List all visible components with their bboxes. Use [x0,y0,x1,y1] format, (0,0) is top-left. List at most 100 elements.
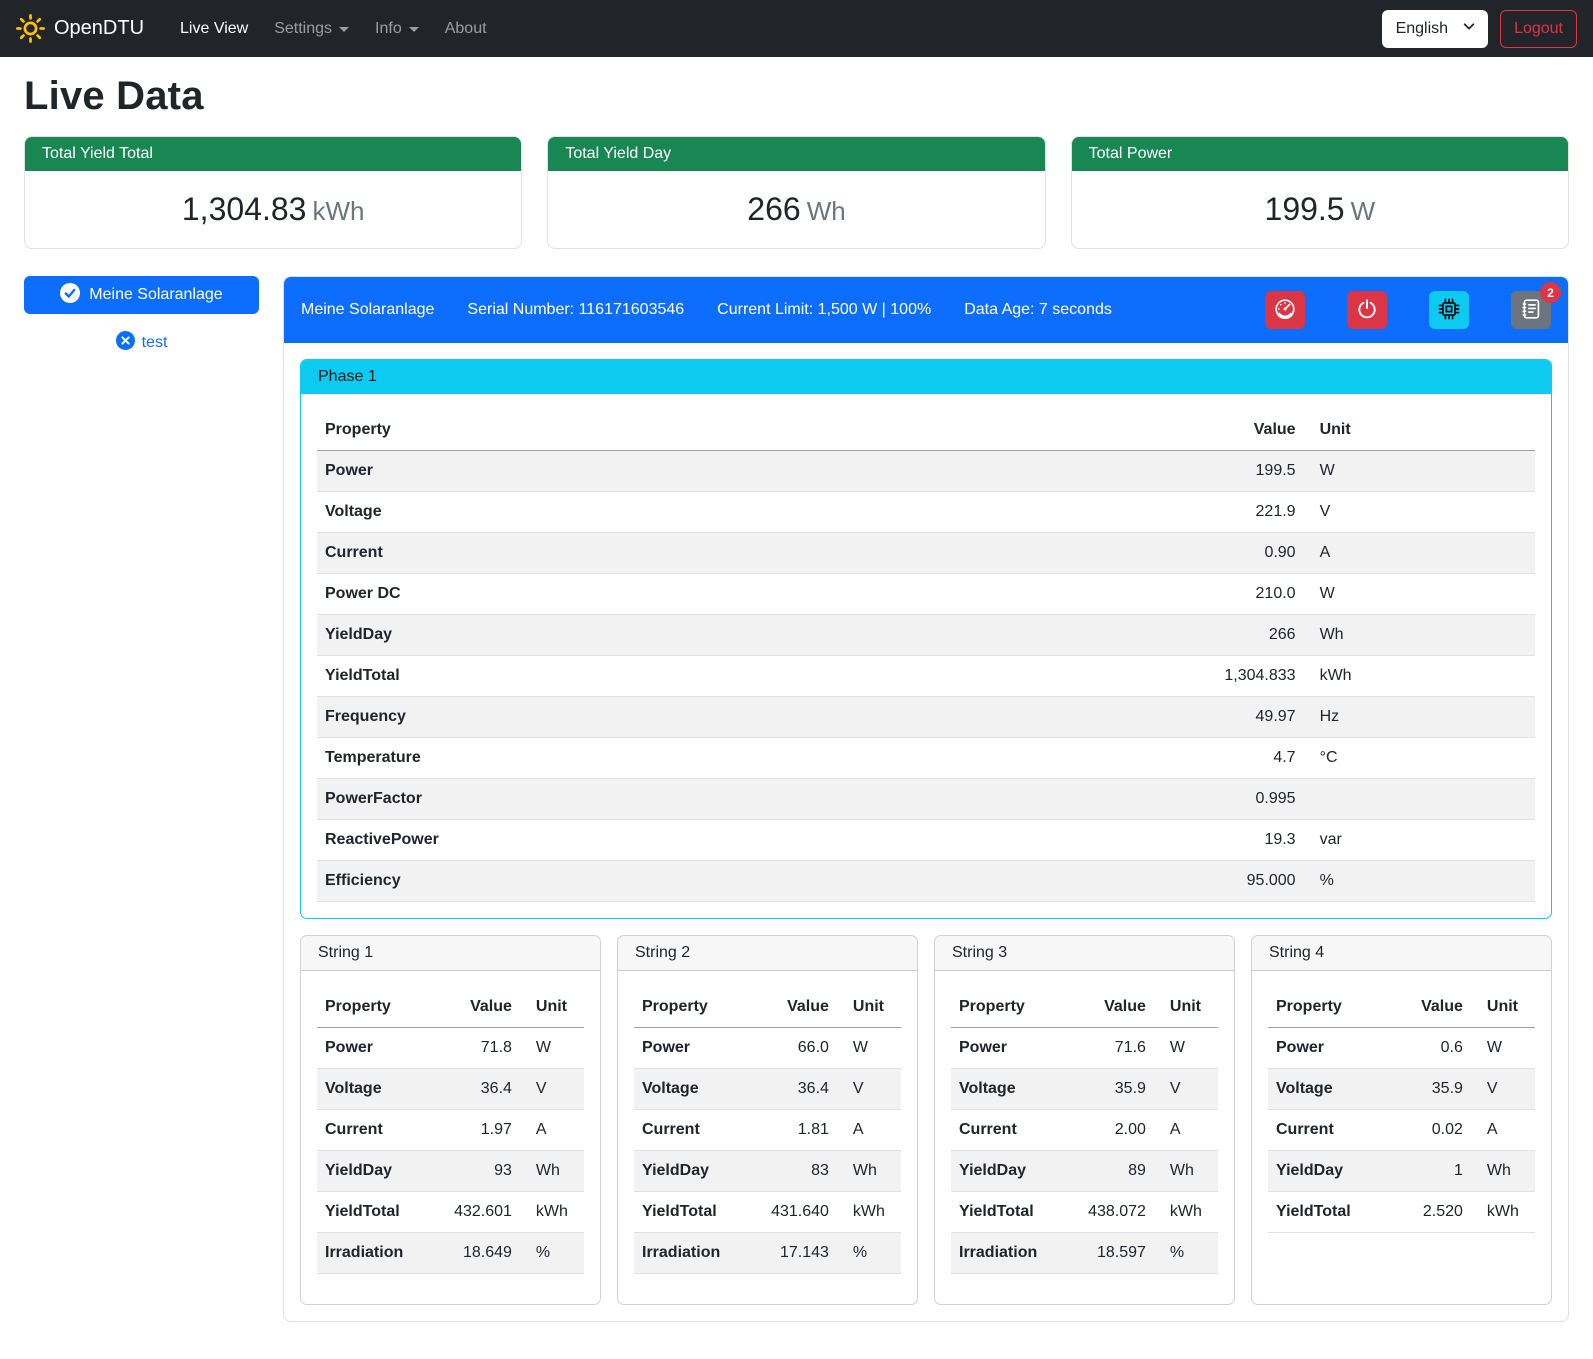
cell-unit: Wh [1304,615,1535,656]
cell-property: ReactivePower [317,820,1109,861]
power-toggle-button[interactable] [1347,291,1387,329]
cell-property: Power [317,451,1109,492]
sidebar-item-test[interactable]: test [24,331,259,355]
cell-property: YieldDay [1268,1151,1396,1192]
strings-row: String 1 Property Value Unit [300,935,1552,1305]
string-title: String 4 [1252,936,1551,971]
device-info-button[interactable] [1429,291,1469,329]
table-row: Power DC210.0W [317,574,1535,615]
cell-value: 36.4 [762,1069,837,1110]
table-row: Current0.02A [1268,1110,1535,1151]
phase-table: Property Value Unit Power199.5WVoltage22… [317,410,1535,902]
table-row: YieldTotal2.520kWh [1268,1192,1535,1233]
table-row: Power71.6W [951,1028,1218,1069]
cell-value: 49.97 [1109,697,1304,738]
cell-value: 431.640 [762,1192,837,1233]
check-circle-icon [60,283,80,308]
table-row: Voltage35.9V [951,1069,1218,1110]
cell-property: Temperature [317,738,1109,779]
card-total-power: Total Power 199.5W [1071,136,1569,249]
cell-property: Current [1268,1110,1396,1151]
column-header-unit: Unit [1471,987,1535,1028]
cell-unit: A [837,1110,901,1151]
cell-value: 0.6 [1396,1028,1471,1069]
string-2-table: Property Value Unit Power66.0WVoltage36.… [634,987,901,1274]
top-navbar: OpenDTU Live View Settings Info About En… [0,0,1593,57]
string-3-table: Property Value Unit Power71.6WVoltage35.… [951,987,1218,1274]
table-row: YieldDay266Wh [317,615,1535,656]
inverter-name: Meine Solaranlage [301,301,434,319]
cell-property: Voltage [1268,1069,1396,1110]
nav-item-live-view[interactable]: Live View [170,12,258,46]
table-row: YieldDay93Wh [317,1151,584,1192]
cell-unit: kWh [1304,656,1535,697]
string-4-table: Property Value Unit Power0.6WVoltage35.9… [1268,987,1535,1233]
phase-card: Phase 1 Property Value Unit Power199.5WV… [300,359,1552,919]
cell-value: 221.9 [1109,492,1304,533]
table-row: Current0.90A [317,533,1535,574]
cell-unit: Hz [1304,697,1535,738]
sidebar-item-label: Meine Solaranlage [89,286,222,304]
chevron-down-icon [339,27,349,32]
table-header-row: Property Value Unit [951,987,1218,1028]
nav-item-info[interactable]: Info [365,12,429,46]
table-row: Voltage221.9V [317,492,1535,533]
cell-unit: Wh [1154,1151,1218,1192]
power-icon [1356,298,1378,323]
cell-property: Power [634,1028,762,1069]
string-2-card: String 2 Property Value Unit [617,935,918,1305]
card-total-yield-day: Total Yield Day 266Wh [547,136,1045,249]
cell-unit: A [1304,533,1535,574]
cell-unit: A [520,1110,584,1151]
column-header-value: Value [762,987,837,1028]
cell-unit: % [837,1233,901,1274]
table-row: Power66.0W [634,1028,901,1069]
cell-property: YieldDay [317,615,1109,656]
total-power-unit: W [1351,196,1376,226]
table-header-row: Property Value Unit [634,987,901,1028]
cell-value: 1.81 [762,1110,837,1151]
nav-item-about[interactable]: About [435,12,497,46]
table-row: Irradiation18.597% [951,1233,1218,1274]
language-select[interactable]: English [1382,10,1488,48]
table-row: YieldTotal431.640kWh [634,1192,901,1233]
cell-value: 432.601 [445,1192,520,1233]
limit-settings-button[interactable] [1265,291,1305,329]
cell-value: 1.97 [445,1110,520,1151]
cell-unit: W [837,1028,901,1069]
string-1-table: Property Value Unit Power71.8WVoltage36.… [317,987,584,1274]
cell-property: Power [317,1028,445,1069]
cell-value: 0.90 [1109,533,1304,574]
sidebar-item-meine-solaranlage[interactable]: Meine Solaranlage [24,276,259,314]
event-count-badge: 2 [1540,282,1561,303]
cell-unit: V [520,1069,584,1110]
cell-unit: V [1154,1069,1218,1110]
cell-unit: var [1304,820,1535,861]
language-selected-value: English [1396,20,1448,38]
inverter-panel: Meine Solaranlage Serial Number: 1161716… [283,276,1569,1322]
x-circle-icon [116,331,135,355]
table-row: YieldDay1Wh [1268,1151,1535,1192]
string-3-card: String 3 Property Value Unit [934,935,1235,1305]
cell-unit: kWh [837,1192,901,1233]
phase-title: Phase 1 [301,360,1551,394]
total-yield-day-unit: Wh [807,196,846,226]
cell-value: 17.143 [762,1233,837,1274]
cell-property: Current [634,1110,762,1151]
cell-unit: kWh [1471,1192,1535,1233]
chevron-down-icon [1462,19,1476,38]
page-title: Live Data [24,74,1569,119]
table-row: YieldTotal1,304.833kWh [317,656,1535,697]
cell-property: Current [317,533,1109,574]
logout-button[interactable]: Logout [1500,10,1577,48]
cell-property: YieldDay [951,1151,1079,1192]
brand[interactable]: OpenDTU [16,14,144,43]
cell-property: Power [1268,1028,1396,1069]
journal-icon [1520,298,1542,323]
table-row: Irradiation17.143% [634,1233,901,1274]
card-total-yield-total: Total Yield Total 1,304.83kWh [24,136,522,249]
sidebar-item-label: test [142,334,168,352]
event-log-button[interactable]: 2 [1511,291,1551,329]
cell-value: 19.3 [1109,820,1304,861]
nav-item-settings[interactable]: Settings [264,12,359,46]
